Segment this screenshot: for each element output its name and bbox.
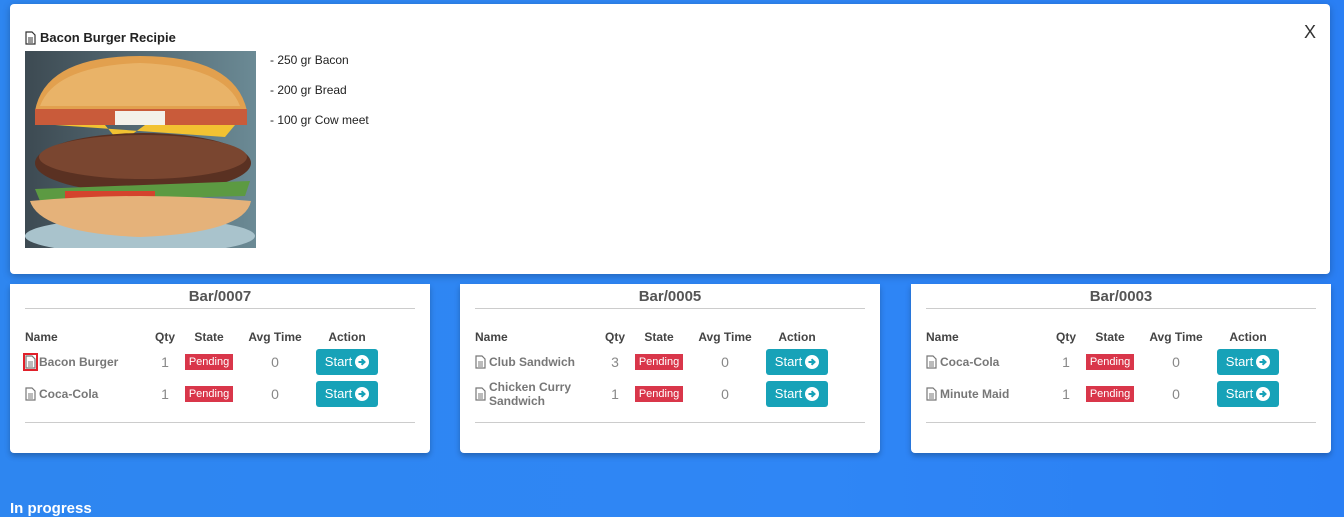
card-divider	[926, 422, 1316, 423]
order-card-title: Bar/0005	[475, 288, 865, 309]
item-name: Club Sandwich	[489, 355, 576, 369]
item-qty: 1	[1062, 386, 1070, 402]
order-card: Bar/0005 Name Qty State Avg Time Action Club S…	[460, 284, 880, 453]
column-header-name: Name	[25, 330, 58, 344]
recipe-modal: Bacon Burger Recipie X - 250 gr Bacon - …	[10, 4, 1330, 274]
ingredient-list: - 250 gr Bacon - 200 gr Bread - 100 gr C…	[270, 53, 369, 143]
section-title-in-progress: In progress	[10, 500, 92, 517]
order-table: Name Qty State Avg Time Action Bacon Burger 1 P…	[23, 328, 387, 410]
item-avg-time: 0	[721, 386, 729, 402]
start-button-label: Start	[774, 354, 803, 369]
arrow-circle-right-icon	[1256, 355, 1271, 369]
start-button-label: Start	[324, 354, 353, 369]
order-table: Name Qty State Avg Time Action Coca-Cola 1 Pend…	[926, 328, 1288, 410]
close-button[interactable]: X	[1304, 22, 1316, 43]
item-avg-time: 0	[721, 354, 729, 370]
status-badge: Pending	[184, 354, 234, 370]
column-header-avg-time: Avg Time	[248, 330, 302, 344]
column-header-avg-time: Avg Time	[698, 330, 752, 344]
table-row: Club Sandwich 3 Pending 0 Start	[475, 346, 837, 378]
start-button-label: Start	[324, 386, 353, 401]
order-card: Bar/0003 Name Qty State Avg Time Action Coca-C…	[911, 284, 1331, 453]
column-header-state: State	[1095, 330, 1125, 344]
item-name: Bacon Burger	[39, 355, 119, 369]
column-header-state: State	[644, 330, 674, 344]
status-badge: Pending	[1085, 386, 1135, 402]
table-header: Name Qty State Avg Time Action	[475, 328, 837, 346]
item-name: Coca-Cola	[940, 355, 1000, 369]
table-row: Chicken Curry Sandwich 1 Pending 0 Start	[475, 378, 837, 410]
start-button-label: Start	[1225, 354, 1254, 369]
table-header: Name Qty State Avg Time Action	[926, 328, 1288, 346]
ingredient-item: - 250 gr Bacon	[270, 53, 349, 67]
table-row: Minute Maid 1 Pending 0 Start	[926, 378, 1288, 410]
order-card-title: Bar/0003	[926, 288, 1316, 309]
item-qty: 3	[611, 354, 619, 370]
column-header-name: Name	[475, 330, 508, 344]
table-header: Name Qty State Avg Time Action	[25, 328, 387, 346]
table-row: Coca-Cola 1 Pending 0 Start	[25, 378, 387, 410]
item-avg-time: 0	[1172, 354, 1180, 370]
start-button[interactable]: Start	[1216, 349, 1280, 375]
document-icon	[25, 30, 36, 45]
start-button[interactable]: Start	[765, 349, 829, 375]
item-qty: 1	[161, 386, 169, 402]
ingredient-item: - 100 gr Cow meet	[270, 113, 369, 127]
status-badge: Pending	[634, 386, 684, 402]
arrow-circle-right-icon	[805, 355, 820, 369]
card-divider	[25, 422, 415, 423]
table-row: Bacon Burger 1 Pending 0 Start	[23, 346, 387, 378]
arrow-circle-right-icon	[355, 355, 370, 369]
item-name: Coca-Cola	[39, 387, 99, 401]
start-button[interactable]: Start	[1216, 381, 1280, 407]
modal-title: Bacon Burger Recipie	[25, 30, 176, 45]
start-button[interactable]: Start	[315, 349, 379, 375]
start-button[interactable]: Start	[315, 381, 379, 407]
document-icon[interactable]	[926, 355, 937, 369]
item-qty: 1	[1062, 354, 1070, 370]
item-name: Minute Maid	[940, 387, 1010, 401]
item-name: Chicken Curry Sandwich	[489, 380, 572, 408]
order-card-title: Bar/0007	[25, 288, 415, 309]
document-icon[interactable]	[475, 355, 486, 369]
item-avg-time: 0	[1172, 386, 1180, 402]
start-button-label: Start	[774, 386, 803, 401]
item-avg-time: 0	[271, 386, 279, 402]
arrow-circle-right-icon	[355, 387, 370, 401]
burger-photo	[25, 51, 256, 248]
arrow-circle-right-icon	[805, 387, 820, 401]
item-qty: 1	[611, 386, 619, 402]
start-button[interactable]: Start	[765, 381, 829, 407]
modal-title-text: Bacon Burger Recipie	[40, 30, 176, 45]
column-header-name: Name	[926, 330, 959, 344]
column-header-avg-time: Avg Time	[1149, 330, 1203, 344]
status-badge: Pending	[1085, 354, 1135, 370]
start-button-label: Start	[1225, 386, 1254, 401]
column-header-qty: Qty	[1056, 330, 1077, 344]
table-row: Coca-Cola 1 Pending 0 Start	[926, 346, 1288, 378]
status-badge: Pending	[634, 354, 684, 370]
document-icon[interactable]	[25, 387, 36, 401]
column-header-qty: Qty	[605, 330, 626, 344]
status-badge: Pending	[184, 386, 234, 402]
column-header-state: State	[194, 330, 224, 344]
item-qty: 1	[161, 354, 169, 370]
document-icon[interactable]	[23, 353, 38, 371]
document-icon[interactable]	[475, 387, 486, 401]
arrow-circle-right-icon	[1256, 387, 1271, 401]
item-avg-time: 0	[271, 354, 279, 370]
ingredient-item: - 200 gr Bread	[270, 83, 347, 97]
column-header-action: Action	[328, 330, 366, 344]
column-header-action: Action	[778, 330, 816, 344]
order-table: Name Qty State Avg Time Action Club Sandwich 3…	[475, 328, 837, 410]
column-header-qty: Qty	[155, 330, 176, 344]
column-header-action: Action	[1229, 330, 1267, 344]
card-divider	[475, 422, 865, 423]
order-card: Bar/0007 Name Qty State Avg Time Action Bacon …	[10, 284, 430, 453]
document-icon[interactable]	[926, 387, 937, 401]
